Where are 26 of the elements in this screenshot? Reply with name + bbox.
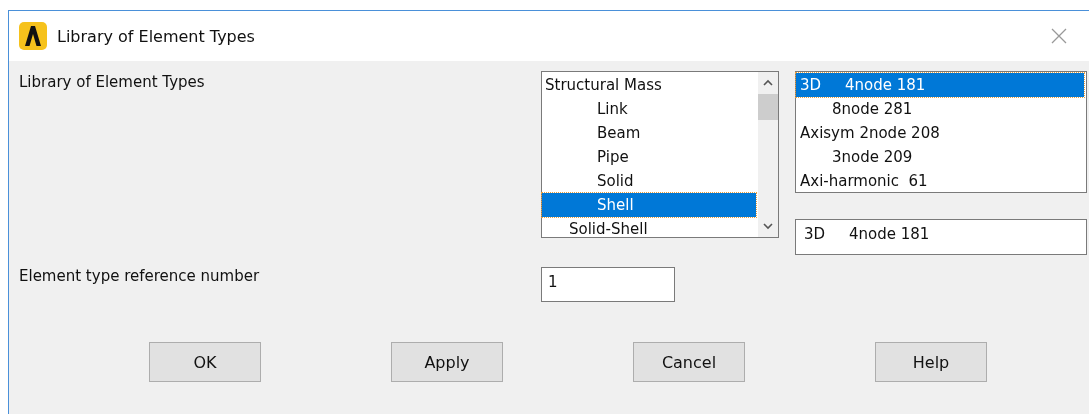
dialog-button[interactable]: Apply — [391, 342, 503, 382]
scrollbar-thumb[interactable] — [758, 94, 778, 120]
list-item[interactable]: 3D 4node 181 — [796, 73, 1084, 97]
element-type-list[interactable]: 3D 4node 181 8node 281 Axisym 2node 208 3node 209 Axi-harmonic 61 — [795, 71, 1087, 193]
input-field[interactable]: 1 — [541, 267, 675, 302]
app-logo-icon — [19, 22, 47, 50]
list-item[interactable]: Solid-Shell — [542, 217, 756, 241]
close-icon[interactable] — [1051, 28, 1067, 44]
list-item[interactable]: Pipe — [542, 145, 756, 169]
list-item[interactable]: Beam — [542, 121, 756, 145]
field-label: Library of Element Types — [19, 72, 206, 93]
list-item[interactable]: 8node 281 — [796, 97, 1084, 121]
list-item[interactable]: Shell — [542, 193, 756, 217]
list-item[interactable]: 3node 209 — [796, 145, 1084, 169]
list-item[interactable]: Structural Mass — [542, 73, 756, 97]
list-item[interactable]: Link — [542, 97, 756, 121]
dialog-button[interactable]: Help — [875, 342, 987, 382]
selection-field[interactable]: 3D 4node 181 — [795, 219, 1087, 255]
window-title: Library of Element Types — [57, 26, 256, 46]
field-label: Element type reference number — [19, 267, 261, 287]
category-list[interactable]: Structural Mass Link Beam Pipe Solid Shell Solid-Shell — [541, 71, 779, 238]
list-item[interactable]: Axisym 2node 208 — [796, 121, 1084, 145]
list-item[interactable]: Axi-harmonic 61 — [796, 169, 1084, 193]
dialog-button[interactable]: Cancel — [633, 342, 745, 382]
list-item[interactable]: Solid — [542, 169, 756, 193]
dialog-button[interactable]: OK — [149, 342, 261, 382]
